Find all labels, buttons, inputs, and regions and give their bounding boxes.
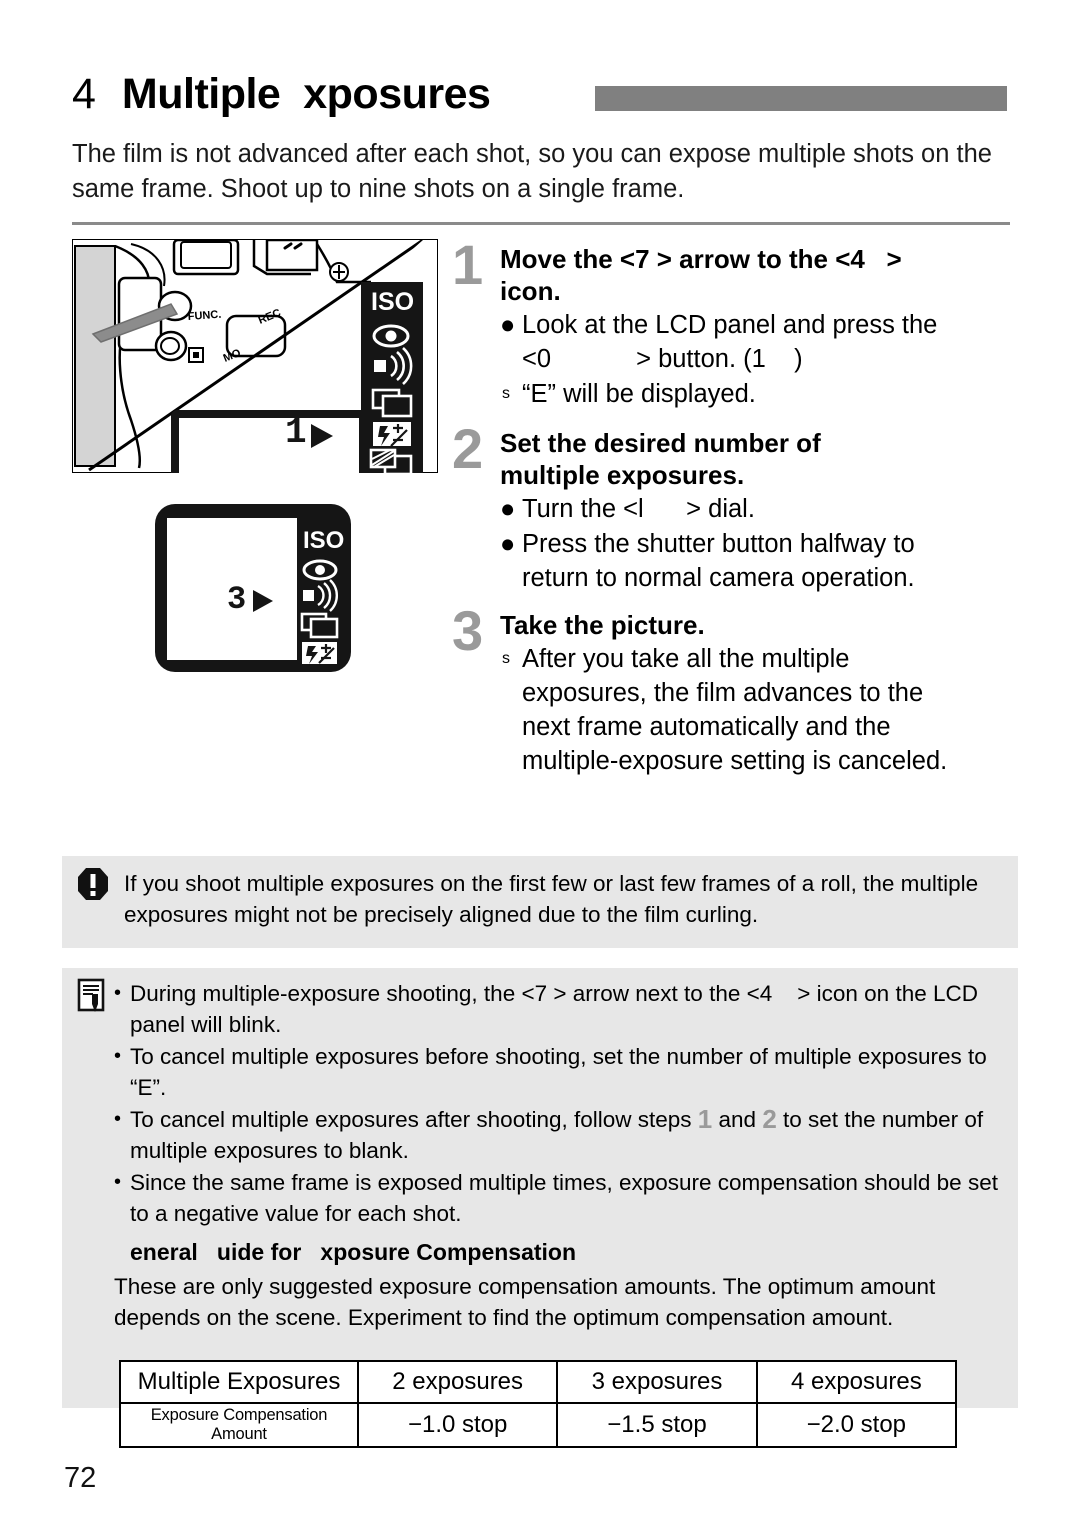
- note-text: During multiple-exposure shooting, the <…: [130, 981, 985, 1037]
- step-bullet: ● Turn the <l > dial.: [500, 492, 1018, 526]
- note-text-prefix: To cancel multiple exposures after shoot…: [130, 1107, 698, 1132]
- bullet-marker: s: [502, 385, 510, 402]
- bullet-marker: ●: [500, 311, 516, 339]
- note-text-mid: and: [712, 1107, 763, 1132]
- step-heading: Take the picture.: [500, 610, 705, 640]
- note-item: • To cancel multiple exposures before sh…: [114, 1041, 1004, 1103]
- intro-paragraph: The film is not advanced after each shot…: [72, 140, 992, 203]
- note-item: • Since the same frame is exposed multip…: [114, 1167, 1004, 1229]
- step-bullet: ● Look at the LCD panel and press the <0…: [500, 308, 1018, 376]
- step-bullet: ● Press the shutter button halfway to re…: [500, 527, 1018, 595]
- note-text: To cancel multiple exposures before shoo…: [130, 1044, 993, 1100]
- table-cell: 2 exposures: [356, 1360, 559, 1404]
- note-text: Since the same frame is exposed multiple…: [130, 1170, 1005, 1226]
- chapter-number: 4: [72, 69, 96, 118]
- func-label: FUNC.: [187, 309, 221, 323]
- warning-text: If you shoot multiple exposures on the f…: [124, 871, 979, 927]
- caution-icon: [78, 868, 108, 900]
- bullet-text: Turn the <l > dial.: [522, 495, 755, 523]
- table-cell: −1.0 stop: [356, 1402, 559, 1448]
- guide-heading: eneral uide for xposure Compensation: [130, 1239, 577, 1265]
- table-row: Exposure Compensation Amount −1.0 stop −…: [119, 1402, 958, 1448]
- page-number: 72: [64, 1462, 97, 1494]
- bullet-text: “E” will be displayed.: [522, 380, 756, 408]
- title-accent-bar: [595, 86, 1007, 111]
- step-body: ● Turn the <l > dial. ● Press the shutte…: [500, 492, 1018, 595]
- steps-list: 1 Move the <7 > arrow to the <4 > icon. …: [452, 237, 1018, 782]
- warning-box: If you shoot multiple exposures on the f…: [62, 856, 1018, 948]
- notes-list: • During multiple-exposure shooting, the…: [114, 978, 1004, 1333]
- step-1: 1 Move the <7 > arrow to the <4 > icon. …: [452, 237, 1018, 411]
- bullet-text: Press the shutter button halfway to retu…: [522, 530, 915, 592]
- step-body: s After you take all the multiple exposu…: [500, 642, 1018, 778]
- lcd-digit-top: 1: [285, 412, 307, 453]
- bullet-marker: ●: [500, 530, 516, 558]
- step-reference-2: 2: [762, 1104, 777, 1134]
- bullet-marker: s: [502, 650, 510, 667]
- bullet-dot: •: [114, 1108, 122, 1130]
- table-row: Multiple Exposures 2 exposures 3 exposur…: [119, 1360, 958, 1404]
- guide-body: These are only suggested exposure compen…: [114, 1274, 936, 1330]
- lcd-icon-strip-top: ISO: [361, 282, 423, 473]
- note-item: • To cancel multiple exposures after sho…: [114, 1104, 1004, 1166]
- table-cell: 3 exposures: [556, 1360, 758, 1404]
- step-heading: Set the desired number of multiple expos…: [500, 428, 821, 490]
- table-cell: −2.0 stop: [755, 1402, 958, 1448]
- step-2: 2 Set the desired number of multiple exp…: [452, 421, 1018, 595]
- step-number: 1: [452, 233, 484, 296]
- step-heading: Move the <7 > arrow to the <4 > icon.: [500, 244, 902, 306]
- svg-text:ISO: ISO: [303, 527, 344, 554]
- step-bullet: s After you take all the multiple exposu…: [500, 642, 1018, 778]
- illustration-column: FUNC. REC MO ISO 1 ISO 3: [66, 238, 440, 698]
- step-body: ● Look at the LCD panel and press the <0…: [500, 308, 1018, 411]
- note-item: • During multiple-exposure shooting, the…: [114, 978, 1004, 1040]
- table-cell: −1.5 stop: [556, 1402, 758, 1448]
- row-label: Exposure Compensation Amount: [119, 1402, 359, 1448]
- step-reference-1: 1: [697, 1104, 713, 1134]
- notes-box: • During multiple-exposure shooting, the…: [62, 968, 1018, 1408]
- bullet-dot: •: [114, 1171, 122, 1193]
- step-number: 3: [452, 599, 484, 662]
- exposure-compensation-table: Multiple Exposures 2 exposures 3 exposur…: [119, 1360, 958, 1448]
- note-pencil-icon: [77, 978, 105, 1012]
- bullet-text: Look at the LCD panel and press the <0 >…: [522, 311, 938, 373]
- exposure-compensation-table-wrapper: Multiple Exposures 2 exposures 3 exposur…: [119, 1360, 958, 1448]
- step-number: 2: [452, 417, 484, 480]
- lcd-digit-bottom: 3: [227, 581, 246, 618]
- bullet-dot: •: [114, 982, 122, 1004]
- row-label: Multiple Exposures: [119, 1360, 359, 1404]
- step-3: 3 Take the picture. s After you take all…: [452, 603, 1018, 778]
- step-bullet: s “E” will be displayed.: [500, 377, 1018, 411]
- bullet-dot: •: [114, 1045, 122, 1067]
- chapter-title: Multiple xposures: [121, 69, 491, 118]
- note-text: To cancel multiple exposures after shoot…: [130, 1104, 1004, 1166]
- table-cell: 4 exposures: [755, 1360, 958, 1404]
- lcd-panel-illustration: ISO 3: [155, 504, 351, 672]
- camera-body-illustration: FUNC. REC MO ISO 1: [72, 239, 438, 473]
- section-divider: [72, 222, 1010, 225]
- svg-text:ISO: ISO: [371, 288, 414, 316]
- bullet-marker: ●: [500, 495, 516, 523]
- bullet-text: After you take all the multiple exposure…: [522, 645, 948, 775]
